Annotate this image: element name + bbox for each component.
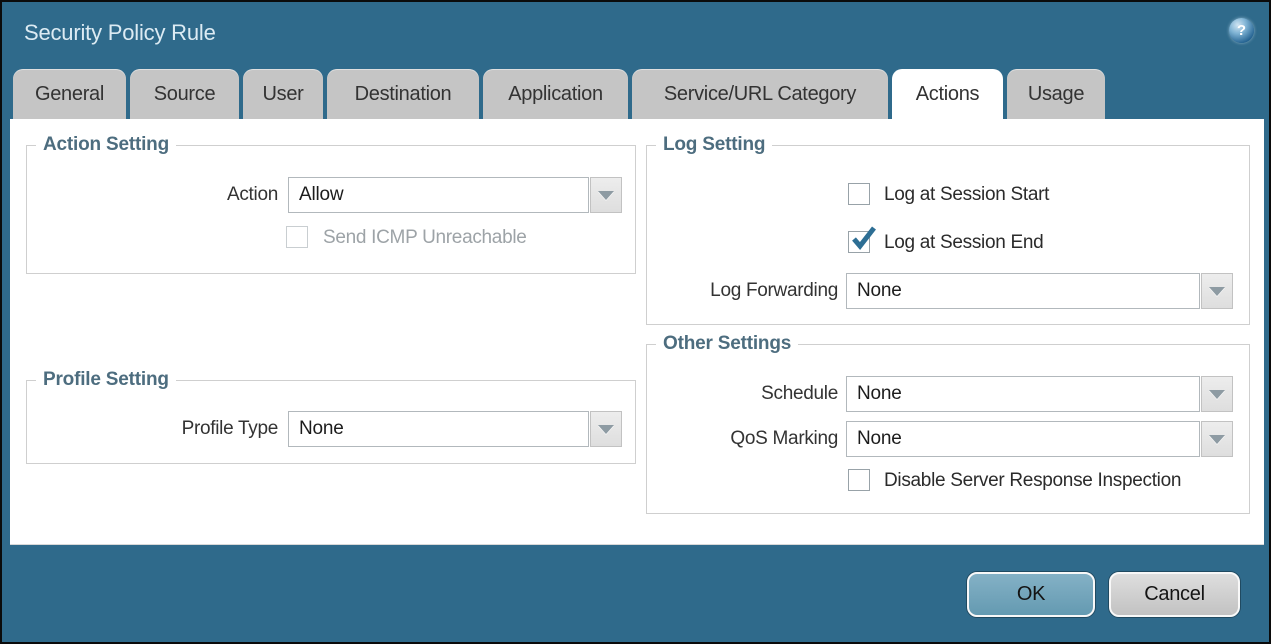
qos-marking-dropdown-value: None — [846, 421, 1200, 457]
log-setting-group: Log Setting Log at Session Start Log at … — [646, 145, 1250, 325]
tab-service-url-category[interactable]: Service/URL Category — [632, 69, 888, 119]
chevron-down-icon — [598, 191, 614, 200]
log-forwarding-label: Log Forwarding — [647, 273, 838, 309]
other-settings-legend: Other Settings — [656, 332, 798, 356]
schedule-dropdown[interactable]: None — [846, 376, 1233, 412]
profile-type-label: Profile Type — [27, 411, 278, 447]
action-label: Action — [27, 177, 278, 213]
log-setting-legend: Log Setting — [656, 133, 772, 157]
log-at-session-end-checkbox[interactable] — [848, 231, 870, 253]
log-forwarding-dropdown-button[interactable] — [1201, 273, 1233, 309]
qos-marking-label: QoS Marking — [647, 421, 838, 457]
action-setting-group: Action Setting Action Allow Send ICMP Un… — [26, 145, 636, 274]
dialog-title: Security Policy Rule — [24, 20, 216, 46]
profile-setting-legend: Profile Setting — [36, 368, 176, 392]
tab-bar: General Source User Destination Applicat… — [13, 69, 1105, 119]
log-at-session-start-checkbox[interactable] — [848, 183, 870, 205]
chevron-down-icon — [1209, 390, 1225, 399]
profile-type-dropdown[interactable]: None — [288, 411, 622, 447]
qos-marking-dropdown[interactable]: None — [846, 421, 1233, 457]
tab-source[interactable]: Source — [130, 69, 239, 119]
log-at-session-end-label: Log at Session End — [884, 231, 1043, 254]
tab-general[interactable]: General — [13, 69, 126, 119]
log-forwarding-dropdown[interactable]: None — [846, 273, 1233, 309]
security-policy-rule-dialog: Security Policy Rule ? General Source Us… — [0, 0, 1271, 644]
schedule-dropdown-value: None — [846, 376, 1200, 412]
tab-destination[interactable]: Destination — [327, 69, 479, 119]
action-dropdown[interactable]: Allow — [288, 177, 622, 213]
cancel-button[interactable]: Cancel — [1109, 572, 1240, 617]
qos-marking-dropdown-button[interactable] — [1201, 421, 1233, 457]
ok-button[interactable]: OK — [967, 572, 1095, 617]
chevron-down-icon — [1209, 287, 1225, 296]
help-icon[interactable]: ? — [1229, 18, 1254, 43]
tab-actions[interactable]: Actions — [892, 69, 1003, 119]
actions-tab-panel: Action Setting Action Allow Send ICMP Un… — [10, 119, 1264, 545]
action-dropdown-button[interactable] — [590, 177, 622, 213]
schedule-dropdown-button[interactable] — [1201, 376, 1233, 412]
chevron-down-icon — [598, 425, 614, 434]
log-forwarding-dropdown-value: None — [846, 273, 1200, 309]
disable-server-response-inspection-checkbox[interactable] — [848, 469, 870, 491]
send-icmp-unreachable-label: Send ICMP Unreachable — [323, 226, 527, 249]
send-icmp-unreachable-checkbox — [286, 226, 308, 248]
log-at-session-start-label: Log at Session Start — [884, 183, 1049, 206]
other-settings-group: Other Settings Schedule None QoS Marking… — [646, 344, 1250, 514]
profile-setting-group: Profile Setting Profile Type None — [26, 380, 636, 464]
tab-application[interactable]: Application — [483, 69, 628, 119]
action-dropdown-value: Allow — [288, 177, 589, 213]
tab-usage[interactable]: Usage — [1007, 69, 1105, 119]
profile-type-dropdown-value: None — [288, 411, 589, 447]
disable-server-response-inspection-label: Disable Server Response Inspection — [884, 469, 1181, 492]
schedule-label: Schedule — [647, 376, 838, 412]
tab-user[interactable]: User — [243, 69, 323, 119]
action-setting-legend: Action Setting — [36, 133, 176, 157]
chevron-down-icon — [1209, 435, 1225, 444]
profile-type-dropdown-button[interactable] — [590, 411, 622, 447]
question-mark-glyph: ? — [1237, 22, 1246, 39]
